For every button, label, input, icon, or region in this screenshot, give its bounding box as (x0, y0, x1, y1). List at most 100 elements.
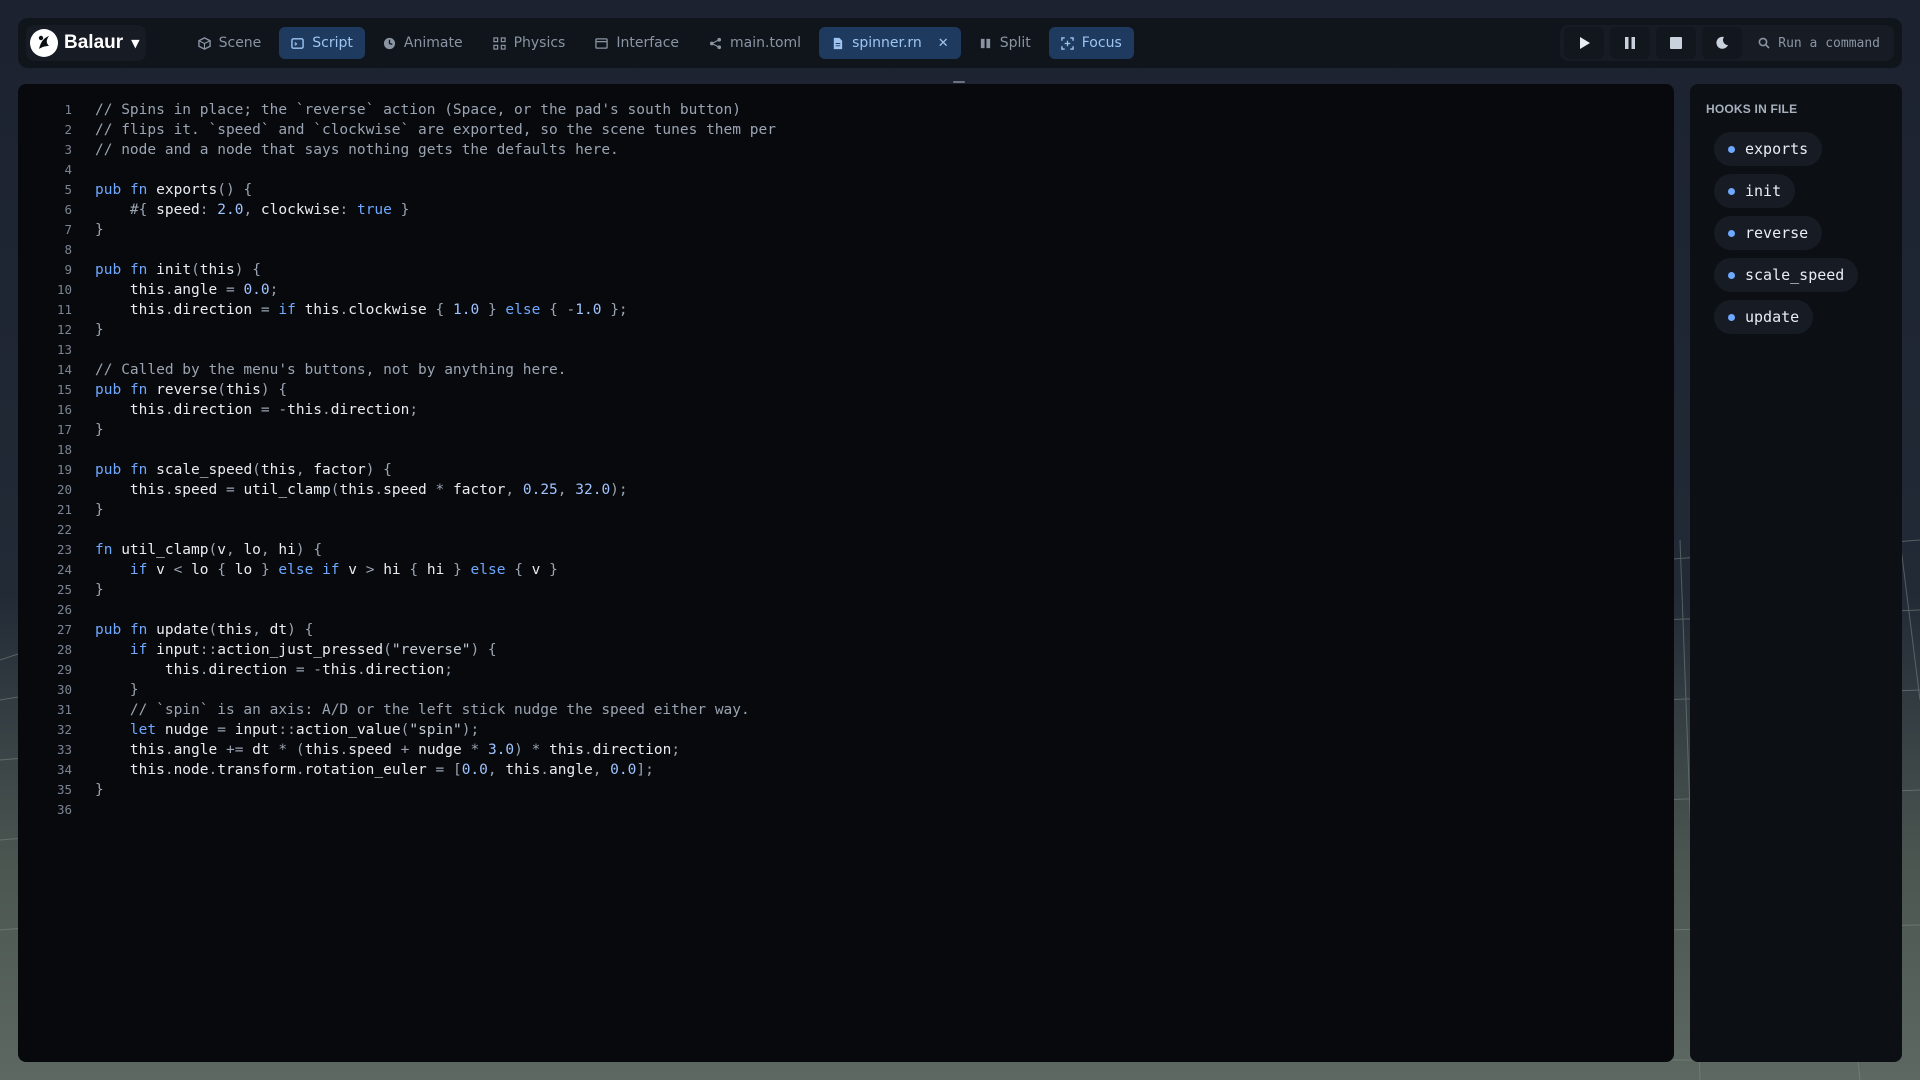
tab-focus[interactable]: Focus (1048, 27, 1134, 59)
tab-label: Script (312, 35, 353, 51)
tab-label: Physics (513, 35, 566, 51)
code-line[interactable]: 5 pub fn exports() { (18, 180, 1674, 200)
code-line[interactable]: 28 if input::action_just_pressed("revers… (18, 640, 1674, 660)
line-number: 21 (56, 502, 72, 517)
code-line[interactable]: 32 let nudge = input::action_value("spin… (18, 720, 1674, 740)
line-source: let nudge = input::action_value("spin"); (129, 722, 480, 738)
clock-icon (383, 37, 395, 49)
line-source: } (95, 502, 104, 518)
line-source: // `spin` is an axis: A/D or the left st… (129, 702, 750, 718)
tab-physics[interactable]: Physics (481, 27, 578, 59)
code-line[interactable]: 10 this.angle = 0.0; (18, 280, 1674, 300)
hook-item-scale-speed[interactable]: scale_speed (1714, 258, 1859, 292)
hook-label: update (1745, 308, 1800, 326)
tab-main-toml[interactable]: main.toml (697, 27, 813, 59)
line-number: 10 (56, 282, 72, 297)
tab-label: Split (999, 35, 1031, 51)
line-number: 6 (64, 202, 72, 217)
code-line[interactable]: 24 if v < lo { lo } else if v > hi { hi … (18, 560, 1674, 580)
code-line[interactable]: 33 this.angle += dt * (this.speed + nudg… (18, 740, 1674, 760)
code-line[interactable]: 31 // `spin` is an axis: A/D or the left… (18, 700, 1674, 720)
line-source: this.direction = -this.direction; (164, 662, 453, 678)
brand-name: Balaur (64, 32, 124, 53)
line-source: } (95, 422, 104, 438)
code-line[interactable]: 25} (18, 580, 1674, 600)
code-line[interactable]: 21} (18, 500, 1674, 520)
code-line[interactable]: 29 this.direction = -this.direction; (18, 660, 1674, 680)
code-line[interactable]: 8 (18, 240, 1674, 260)
line-source (72, 240, 95, 260)
code-line[interactable]: 6 #{ speed: 2.0, clockwise: true } (18, 200, 1674, 220)
code-line[interactable]: 14 // Called by the menu's buttons, not b… (18, 360, 1674, 380)
theme-toggle-button[interactable] (1702, 27, 1743, 59)
brand-menu-button[interactable]: Balaur ▼ (26, 25, 146, 61)
code-line[interactable]: 34 this.node.transform.rotation_euler = … (18, 760, 1674, 780)
line-source: this.node.transform.rotation_euler = [0.… (129, 762, 654, 778)
tab-animate[interactable]: Animate (371, 27, 475, 59)
tab-interface[interactable]: Interface (583, 27, 691, 59)
stop-icon (1670, 37, 1683, 49)
line-number: 18 (56, 442, 72, 457)
tab-split[interactable]: Split (967, 27, 1043, 59)
code-line[interactable]: 7} (18, 220, 1674, 240)
line-source: } (95, 582, 104, 598)
resize-handle[interactable] (953, 81, 965, 83)
line-source (72, 340, 95, 360)
code-line[interactable]: 16 this.direction = -this.direction; (18, 400, 1674, 420)
line-number: 1 (64, 102, 72, 117)
code-line[interactable]: 22 (18, 520, 1674, 540)
code-line[interactable]: 26 (18, 600, 1674, 620)
code-line[interactable]: 11 this.direction = if this.clockwise { … (18, 300, 1674, 320)
code-line[interactable]: 17} (18, 420, 1674, 440)
line-number: 31 (56, 702, 72, 717)
stop-button[interactable] (1656, 27, 1697, 59)
tab-label: Scene (218, 35, 262, 51)
hook-item-exports[interactable]: exports (1714, 132, 1823, 166)
line-number: 22 (56, 522, 72, 537)
code-line[interactable]: 30 } (18, 680, 1674, 700)
line-source: } (95, 782, 104, 798)
line-number: 26 (56, 602, 72, 617)
line-number: 36 (56, 802, 72, 817)
tab-spinner-rn[interactable]: spinner.rn ✕ (819, 27, 961, 59)
code-line[interactable]: 4 (18, 160, 1674, 180)
tab-scene[interactable]: Scene (186, 27, 274, 59)
code-line[interactable]: 15 pub fn reverse(this) { (18, 380, 1674, 400)
code-line[interactable]: 23 fn util_clamp(v, lo, hi) { (18, 540, 1674, 560)
code-line[interactable]: 2 // flips it. `speed` and `clockwise` ar… (18, 120, 1674, 140)
close-icon[interactable]: ✕ (938, 36, 949, 51)
pause-button[interactable] (1610, 27, 1651, 59)
code-line[interactable]: 36 (18, 800, 1674, 820)
code-line[interactable]: 27 pub fn update(this, dt) { (18, 620, 1674, 640)
hook-label: scale_speed (1745, 266, 1845, 284)
hook-item-update[interactable]: update (1714, 300, 1814, 334)
code-line[interactable]: 13 (18, 340, 1674, 360)
line-source: } (129, 682, 139, 698)
code-line[interactable]: 12} (18, 320, 1674, 340)
hook-item-reverse[interactable]: reverse (1714, 216, 1823, 250)
code-line[interactable]: 3 // node and a node that says nothing ge… (18, 140, 1674, 160)
line-number: 25 (56, 582, 72, 597)
line-source: pub fn update(this, dt) { (95, 622, 314, 638)
line-source (72, 600, 95, 620)
tab-label: Focus (1081, 35, 1122, 51)
code-line[interactable]: 1 // Spins in place; the `reverse` action… (18, 100, 1674, 120)
line-number: 27 (56, 622, 72, 637)
code-editor[interactable]: 1 // Spins in place; the `reverse` action… (18, 84, 1674, 1062)
code-line[interactable]: 20 this.speed = util_clamp(this.speed * … (18, 480, 1674, 500)
hook-item-init[interactable]: init (1714, 174, 1796, 208)
play-button[interactable] (1564, 27, 1605, 59)
tab-label: Animate (403, 35, 463, 51)
line-number: 16 (56, 402, 72, 417)
code-line[interactable]: 9 pub fn init(this) { (18, 260, 1674, 280)
code-line[interactable]: 19 pub fn scale_speed(this, factor) { (18, 460, 1674, 480)
hooks-panel-title: HOOKS IN FILE (1706, 102, 1798, 116)
code-line[interactable]: 18 (18, 440, 1674, 460)
top-toolbar: Balaur ▼ Scene Script Animate Physics In… (18, 18, 1902, 68)
line-source: this.speed = util_clamp(this.speed * fac… (129, 482, 628, 498)
columns-icon (980, 38, 990, 48)
command-palette-button[interactable]: Run a command (1748, 27, 1890, 59)
tab-script[interactable]: Script (279, 27, 365, 59)
code-line[interactable]: 35} (18, 780, 1674, 800)
workspace-tabs: Scene Script Animate Physics Interface m… (186, 27, 1134, 59)
